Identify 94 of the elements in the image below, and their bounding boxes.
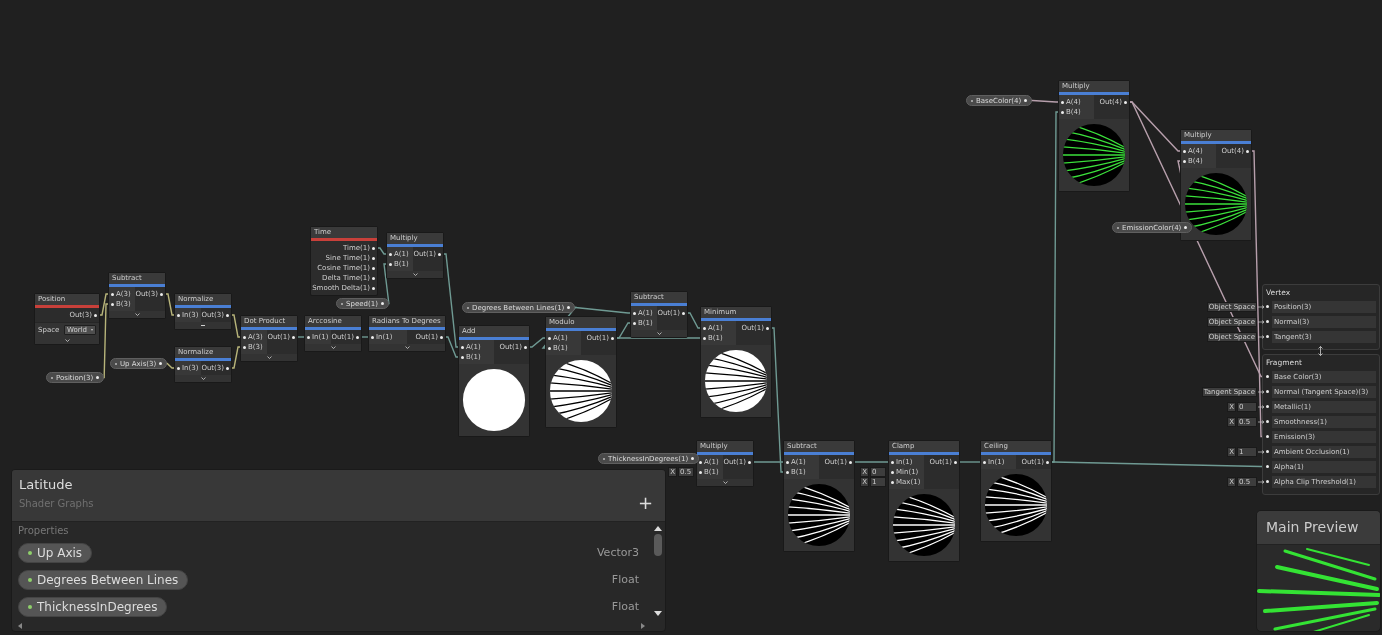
chevron-icon[interactable] (266, 356, 272, 359)
dot-icon (28, 604, 32, 609)
chevron-icon[interactable] (64, 339, 70, 342)
port-icon[interactable] (243, 335, 246, 339)
port-icon[interactable] (160, 292, 163, 296)
port-icon[interactable] (372, 276, 375, 280)
port-icon[interactable] (461, 355, 464, 359)
property-pill[interactable]: Up Axis (18, 542, 93, 563)
port-icon[interactable] (703, 326, 706, 330)
dot-icon (28, 577, 32, 582)
port-icon[interactable] (371, 335, 374, 339)
scrollbar-thumb[interactable] (654, 534, 662, 556)
port-icon[interactable] (111, 302, 114, 306)
port-icon[interactable] (380, 302, 384, 305)
scroll-left-icon[interactable] (18, 622, 22, 629)
arrow-icon (1258, 419, 1265, 424)
port-icon[interactable] (611, 336, 614, 340)
port-icon[interactable] (567, 306, 571, 309)
port-icon[interactable] (1046, 460, 1049, 464)
port-icon[interactable] (748, 460, 751, 464)
port-icon[interactable] (1183, 159, 1186, 163)
port-icon[interactable] (548, 336, 551, 340)
port-icon[interactable] (94, 313, 97, 317)
port-icon[interactable] (1061, 100, 1064, 104)
port-icon[interactable] (307, 335, 310, 339)
port-icon[interactable] (633, 311, 636, 315)
port-icon[interactable] (372, 246, 375, 250)
port-icon[interactable] (111, 292, 114, 296)
port-icon[interactable] (699, 470, 702, 474)
scroll-right-icon[interactable] (641, 622, 645, 629)
property-type: Vector3 (596, 546, 639, 559)
port-icon[interactable] (292, 335, 295, 339)
port-icon[interactable] (1061, 110, 1064, 114)
port-icon[interactable] (891, 470, 894, 474)
arrow-icon (1258, 479, 1265, 484)
dot-icon (28, 550, 32, 555)
port-icon[interactable] (159, 362, 163, 365)
port-icon[interactable] (849, 460, 852, 464)
panel-title: Latitude (19, 477, 73, 492)
port-icon[interactable] (1124, 100, 1127, 104)
arrow-icon (1258, 319, 1265, 324)
port-icon[interactable] (891, 460, 894, 464)
port-icon[interactable] (891, 480, 894, 484)
port-icon[interactable] (548, 346, 551, 350)
chevron-icon[interactable] (656, 332, 662, 335)
port-icon[interactable] (786, 470, 789, 474)
port-icon[interactable] (633, 321, 636, 325)
port-icon[interactable] (786, 460, 789, 464)
chevron-icon[interactable] (412, 273, 418, 276)
port-icon[interactable] (1184, 226, 1188, 229)
chevron-icon[interactable] (134, 313, 140, 316)
chevron-icon[interactable] (330, 346, 336, 349)
port-icon[interactable] (766, 326, 769, 330)
port-icon[interactable] (372, 266, 375, 270)
port-icon[interactable] (1024, 99, 1028, 102)
port-icon[interactable] (438, 252, 441, 256)
port-icon[interactable] (372, 256, 375, 260)
property-type: Float (611, 573, 639, 586)
port-icon[interactable] (389, 252, 392, 256)
port-icon[interactable] (177, 366, 180, 370)
port-icon[interactable] (440, 335, 443, 339)
port-icon[interactable] (96, 376, 100, 379)
port-icon[interactable] (703, 336, 706, 340)
arrow-icon (1258, 389, 1265, 394)
port-icon[interactable] (983, 460, 986, 464)
port-icon[interactable] (356, 335, 359, 339)
arrow-icon (1258, 404, 1265, 409)
chevron-icon[interactable] (404, 346, 410, 349)
property-pill[interactable]: Degrees Between Lines (18, 569, 189, 590)
scroll-down-icon[interactable] (654, 611, 662, 616)
arrow-icon (1258, 304, 1265, 309)
arrow-icon (1258, 449, 1265, 454)
panel-title: Main Preview (1257, 511, 1380, 545)
port-icon[interactable] (954, 460, 957, 464)
port-icon[interactable] (1246, 149, 1249, 153)
port-icon[interactable] (372, 286, 375, 290)
port-icon[interactable] (226, 313, 229, 317)
add-button[interactable]: + (637, 494, 653, 512)
port-icon[interactable] (682, 311, 685, 315)
port-icon[interactable] (461, 345, 464, 349)
section-label: Properties (18, 525, 70, 536)
port-icon[interactable] (243, 345, 246, 349)
panel-subtitle: Shader Graphs (19, 498, 94, 509)
port-icon[interactable] (389, 262, 392, 266)
arrow-icon (1258, 334, 1265, 339)
chevron-icon[interactable] (200, 377, 206, 380)
port-icon[interactable] (524, 345, 527, 349)
property-type: Float (611, 600, 639, 613)
chevron-icon[interactable] (722, 481, 728, 484)
property-pill[interactable]: ThicknessInDegrees (18, 596, 168, 617)
port-icon[interactable] (1183, 149, 1186, 153)
port-icon[interactable] (177, 313, 180, 317)
port-icon[interactable] (226, 366, 229, 370)
resize-icon[interactable] (1318, 346, 1323, 356)
